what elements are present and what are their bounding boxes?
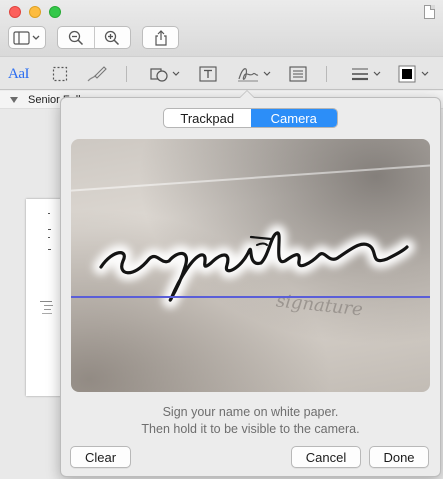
page-text-mark <box>44 309 51 310</box>
page-text-mark <box>44 305 53 306</box>
paper-handwriting: signature <box>275 290 364 320</box>
zoom-in-icon <box>105 30 120 45</box>
sketch-pen-icon <box>87 66 107 82</box>
page-text-mark <box>48 237 50 238</box>
sign-tool[interactable] <box>236 64 274 84</box>
zoom-out-icon <box>68 30 83 45</box>
close-window-button[interactable] <box>9 6 21 18</box>
page-text-mark <box>42 313 52 314</box>
signature-source-selector: Trackpad Camera <box>163 108 338 128</box>
line-style-icon <box>352 68 381 81</box>
shapes-icon <box>150 68 180 82</box>
text-box-icon <box>199 66 217 82</box>
cancel-button[interactable]: Cancel <box>291 446 361 468</box>
sidebar-icon <box>13 30 40 45</box>
signature-icon <box>238 68 271 82</box>
page-text-mark <box>48 249 51 250</box>
instructions-line-2: Then hold it to be visible to the camera… <box>141 422 360 436</box>
rectangular-selection-icon <box>52 66 68 82</box>
tab-trackpad[interactable]: Trackpad <box>164 109 251 127</box>
note-icon <box>289 66 307 82</box>
signature-popover: Trackpad Camera signature Sign your name… <box>60 90 441 477</box>
toolbar-divider <box>126 66 127 82</box>
popover-arrow <box>239 90 255 98</box>
text-box-tool[interactable] <box>199 64 217 84</box>
camera-instructions: Sign your name on white paper. Then hold… <box>61 404 440 438</box>
camera-preview: signature <box>71 139 430 392</box>
signature-baseline <box>71 296 430 298</box>
border-color-icon <box>398 65 429 83</box>
minimize-window-button[interactable] <box>29 6 41 18</box>
zoom-button-group <box>57 26 131 49</box>
text-style-label: AaI <box>8 65 30 82</box>
zoom-window-button[interactable] <box>49 6 61 18</box>
captured-signature: signature <box>93 224 415 320</box>
clear-button[interactable]: Clear <box>70 446 131 468</box>
rectangular-selection-tool[interactable] <box>52 64 68 84</box>
title-bar <box>0 0 443 56</box>
share-button[interactable] <box>142 26 179 49</box>
instructions-line-1: Sign your name on white paper. <box>162 405 339 419</box>
disclosure-triangle-icon[interactable] <box>10 96 18 103</box>
tab-camera[interactable]: Camera <box>250 109 337 127</box>
sidebar-toggle-button[interactable] <box>8 26 46 49</box>
share-icon <box>154 29 167 46</box>
border-color-tool[interactable] <box>398 64 434 84</box>
toolbar-divider <box>326 66 327 82</box>
done-button[interactable]: Done <box>369 446 429 468</box>
line-style-tool[interactable] <box>350 64 384 84</box>
page-text-mark <box>48 229 51 230</box>
page-text-mark <box>40 301 52 302</box>
zoom-out-button[interactable] <box>58 27 94 48</box>
shapes-tool[interactable] <box>150 64 182 84</box>
page-text-mark <box>48 213 50 214</box>
zoom-in-button[interactable] <box>93 27 131 48</box>
sketch-tool[interactable] <box>86 64 108 84</box>
document-proxy-icon[interactable] <box>424 5 435 19</box>
notes-tool[interactable] <box>289 64 307 84</box>
text-selection-tool[interactable]: AaI <box>8 64 30 84</box>
markup-toolbar: AaI <box>0 56 443 90</box>
